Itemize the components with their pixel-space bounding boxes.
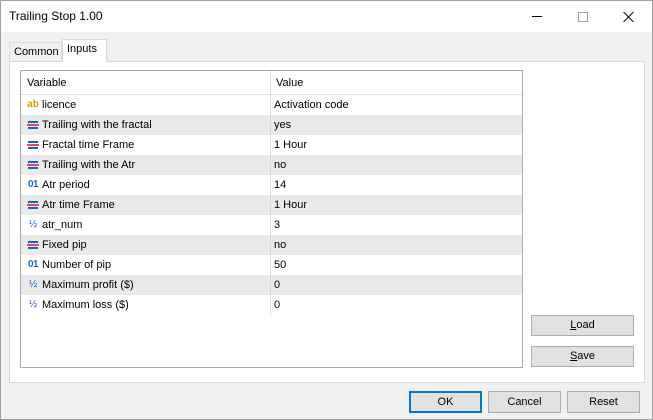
column-divider[interactable] (270, 71, 271, 315)
minimize-button[interactable] (514, 1, 560, 32)
enum-icon (26, 158, 40, 172)
variable-value[interactable]: no (274, 159, 286, 171)
integer-icon: 01 (27, 179, 39, 190)
enum-icon (26, 238, 40, 252)
maximize-icon (578, 11, 588, 22)
table-row[interactable]: ½ atr_num 3 (21, 215, 522, 235)
variable-value[interactable]: 3 (274, 219, 280, 231)
load-label: oad (576, 319, 595, 331)
variable-name: Fractal time Frame (42, 139, 135, 151)
variable-name: Atr time Frame (42, 199, 115, 211)
variable-value[interactable]: 0 (274, 299, 280, 311)
load-button[interactable]: Load (531, 315, 634, 336)
variable-name: Maximum profit ($) (42, 279, 134, 291)
double-icon: ½ (28, 299, 38, 310)
table-row[interactable]: ½ Maximum profit ($) 0 (21, 275, 522, 295)
enum-icon (26, 198, 40, 212)
variable-name: Maximum loss ($) (42, 299, 129, 311)
variable-value[interactable]: 14 (274, 179, 286, 191)
save-label: ave (577, 350, 596, 362)
variable-name: atr_num (42, 219, 83, 231)
table-row[interactable]: Fixed pip no (21, 235, 522, 255)
variable-value[interactable]: no (274, 239, 286, 251)
table-row[interactable]: ½ Maximum loss ($) 0 (21, 295, 522, 315)
variable-value[interactable]: yes (274, 119, 291, 131)
window-title: Trailing Stop 1.00 (9, 9, 103, 23)
tab-inputs[interactable]: Inputs (62, 39, 107, 62)
enum-icon (26, 138, 40, 152)
table-row[interactable]: Fractal time Frame 1 Hour (21, 135, 522, 155)
cancel-button[interactable]: Cancel (488, 391, 561, 413)
double-icon: ½ (28, 279, 38, 290)
close-icon (623, 11, 635, 23)
variable-value[interactable]: 1 Hour (274, 139, 307, 151)
minimize-icon (532, 16, 542, 17)
table-row[interactable]: 01 Number of pip 50 (21, 255, 522, 275)
close-button[interactable] (606, 1, 652, 32)
title-bar: Trailing Stop 1.00 (1, 1, 652, 32)
dialog-window: Trailing Stop 1.00 Common Inputs Variabl… (0, 0, 653, 420)
table-header: Variable Value (21, 71, 522, 95)
ok-button[interactable]: OK (409, 391, 482, 413)
variable-name: Fixed pip (42, 239, 87, 251)
variable-name: Number of pip (42, 259, 112, 271)
inputs-table[interactable]: Variable Value ab licence Activation code T… (20, 70, 523, 368)
variable-value[interactable]: 50 (274, 259, 286, 271)
reset-button[interactable]: Reset (567, 391, 640, 413)
save-button[interactable]: Save (531, 346, 634, 367)
table-row[interactable]: Atr time Frame 1 Hour (21, 195, 522, 215)
table-row[interactable]: Trailing with the Atr no (21, 155, 522, 175)
table-row[interactable]: 01 Atr period 14 (21, 175, 522, 195)
double-icon: ½ (28, 219, 38, 230)
table-row[interactable]: Trailing with the fractal yes (21, 115, 522, 135)
maximize-button[interactable] (560, 1, 606, 32)
variable-value[interactable]: 0 (274, 279, 280, 291)
table-row[interactable]: ab licence Activation code (21, 95, 522, 115)
variable-value[interactable]: 1 Hour (274, 199, 307, 211)
column-header-value[interactable]: Value (276, 77, 303, 89)
enum-icon (26, 118, 40, 132)
column-header-variable[interactable]: Variable (27, 77, 67, 89)
variable-name: Trailing with the Atr (42, 159, 136, 171)
integer-icon: 01 (27, 259, 39, 270)
variable-name: licence (42, 99, 77, 111)
variable-value[interactable]: Activation code (274, 99, 349, 111)
variable-name: Trailing with the fractal (42, 119, 152, 131)
variable-name: Atr period (42, 179, 90, 191)
string-icon: ab (27, 99, 39, 110)
tab-common[interactable]: Common (9, 42, 62, 62)
